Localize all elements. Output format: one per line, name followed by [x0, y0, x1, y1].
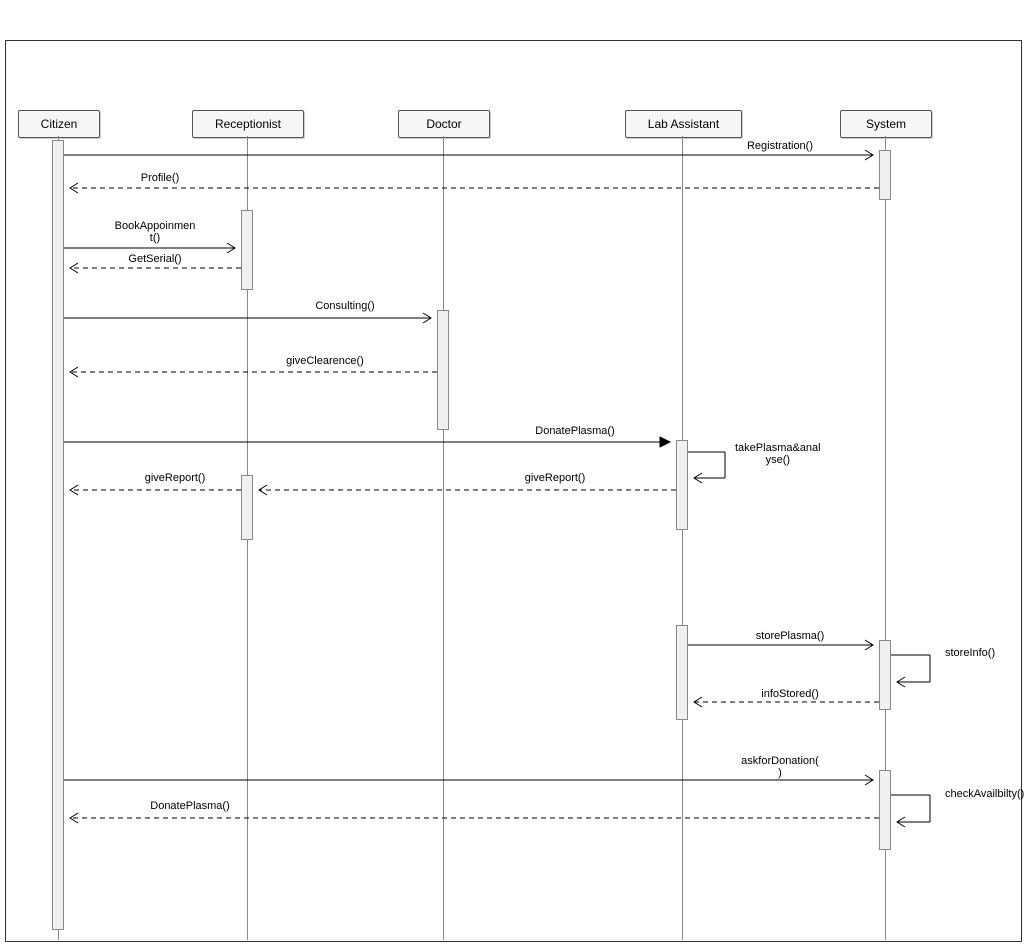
arrows-layer: Citizen dashed --> Citizen dashed --> Ci… [0, 0, 1024, 945]
sequence-diagram-canvas: Citizen Receptionist Doctor Lab Assistan… [0, 0, 1024, 945]
